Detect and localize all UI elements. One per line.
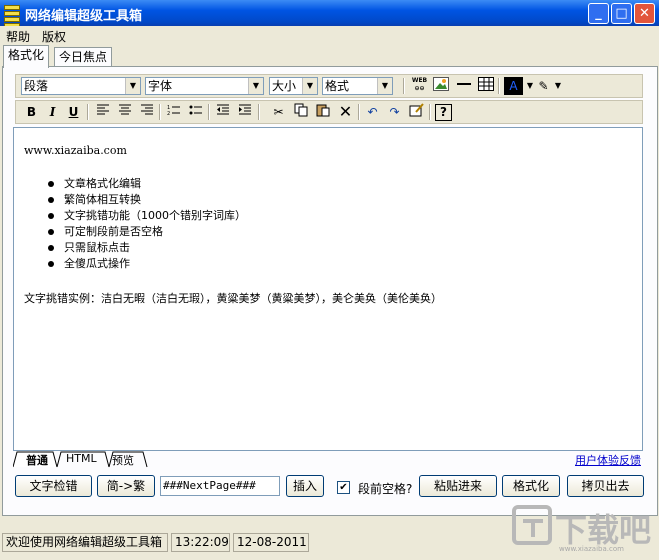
tab-format[interactable]: 格式化 xyxy=(3,45,50,68)
svg-text:2: 2 xyxy=(167,111,170,116)
list-item: 可定制段前是否空格 xyxy=(48,224,246,240)
tab-preview[interactable]: 预览 xyxy=(112,452,134,468)
web-link-icon[interactable]: WEB ⊖⊖ xyxy=(410,77,429,95)
help-icon[interactable]: ? xyxy=(435,104,452,121)
delete-icon[interactable]: ✕ xyxy=(336,103,355,121)
chevron-down-icon[interactable]: ▼ xyxy=(553,77,563,95)
indent-icon[interactable] xyxy=(235,103,254,121)
chevron-down-icon: ▼ xyxy=(302,78,317,94)
minimize-button[interactable]: _ xyxy=(588,3,609,24)
toolbar-row-1: 段落 ▼ 字体 ▼ 大小 ▼ 格式 ▼ WEB ⊖⊖ A ▼ ✎ ▼ xyxy=(15,74,643,98)
feature-list: 文章格式化编辑 繁简体相互转换 文字挑错功能（1000个错别字词库） 可定制段前… xyxy=(48,176,246,272)
status-date: 12-08-2011 xyxy=(233,533,309,552)
font-select-value: 字体 xyxy=(148,79,173,93)
insert-image-icon[interactable] xyxy=(431,77,450,95)
size-select-value: 大小 xyxy=(272,79,297,93)
separator xyxy=(403,78,405,94)
feedback-link[interactable]: 用户体验反馈 xyxy=(575,452,641,468)
separator xyxy=(498,78,500,94)
insert-table-icon[interactable] xyxy=(476,77,495,95)
cut-icon[interactable]: ✂ xyxy=(269,103,288,121)
paste-icon[interactable] xyxy=(313,103,332,121)
tab-today-focus[interactable]: 今日焦点 xyxy=(54,47,113,67)
underline-button[interactable]: U xyxy=(64,103,83,121)
insert-button[interactable]: 插入 xyxy=(286,475,324,497)
separator xyxy=(208,104,210,120)
editor-area[interactable]: www.xiazaiba.com 文章格式化编辑 繁简体相互转换 文字挑错功能（… xyxy=(13,127,643,451)
status-time: 13:22:09 xyxy=(171,533,230,552)
copy-icon[interactable] xyxy=(291,103,310,121)
close-button[interactable]: ✕ xyxy=(634,3,655,24)
copy-out-button[interactable]: 拷贝出去 xyxy=(567,475,644,497)
outdent-icon[interactable] xyxy=(213,103,232,121)
align-left-icon[interactable] xyxy=(93,103,112,121)
separator xyxy=(87,104,89,120)
menu-copyright[interactable]: 版权 xyxy=(42,28,66,45)
window-title: 网络编辑超级工具箱 xyxy=(25,9,143,24)
paragraph-select-value: 段落 xyxy=(24,79,49,93)
list-item: 全傻瓜式操作 xyxy=(48,256,246,272)
list-item: 文章格式化编辑 xyxy=(48,176,246,192)
bold-button[interactable]: B xyxy=(22,103,41,121)
format-select[interactable]: 格式 ▼ xyxy=(322,77,393,95)
separator xyxy=(159,104,161,120)
chevron-down-icon: ▼ xyxy=(248,78,263,94)
list-item: 文字挑错功能（1000个错别字词库） xyxy=(48,208,246,224)
size-select[interactable]: 大小 ▼ xyxy=(269,77,318,95)
tab-normal[interactable]: 普通 xyxy=(26,452,48,468)
text-color-icon[interactable]: A xyxy=(504,77,523,95)
check-typos-button[interactable]: 文字检错 xyxy=(15,475,92,497)
edit-note-icon[interactable] xyxy=(407,103,426,121)
watermark-url: www.xiazaiba.com xyxy=(559,545,624,553)
format-button[interactable]: 格式化 xyxy=(502,475,560,497)
menu-help[interactable]: 帮助 xyxy=(6,28,30,45)
italic-button[interactable]: I xyxy=(43,103,62,121)
font-select[interactable]: 字体 ▼ xyxy=(145,77,264,95)
maximize-button[interactable]: □ xyxy=(611,3,632,24)
status-welcome: 欢迎使用网络编辑超级工具箱 xyxy=(2,533,168,552)
list-item: 繁简体相互转换 xyxy=(48,192,246,208)
tab-html[interactable]: HTML xyxy=(66,452,97,465)
nextpage-input[interactable]: ###NextPage### xyxy=(160,476,280,496)
space-checkbox-label: 段前空格? xyxy=(358,482,413,496)
separator xyxy=(358,104,360,120)
highlight-pen-icon[interactable]: ✎ xyxy=(534,77,553,95)
separator xyxy=(258,104,260,120)
separator xyxy=(429,104,431,120)
paste-in-button[interactable]: 粘贴进来 xyxy=(419,475,497,497)
paragraph-select[interactable]: 段落 ▼ xyxy=(21,77,141,95)
view-mode-tabs: 普通 HTML 预览 用户体验反馈 xyxy=(13,451,643,468)
undo-icon[interactable]: ↶ xyxy=(363,103,382,121)
horizontal-rule-icon[interactable] xyxy=(454,77,473,95)
editor-url-text: www.xiazaiba.com xyxy=(24,144,127,157)
title-bar[interactable]: 网络编辑超级工具箱 _ □ ✕ xyxy=(0,0,659,28)
space-checkbox[interactable]: ✔ xyxy=(337,481,350,494)
tab-strip: 格式化 今日焦点 xyxy=(0,45,659,68)
watermark-logo: 下载吧 www.xiazaiba.com xyxy=(509,501,659,557)
numbered-list-icon[interactable]: 12 xyxy=(164,103,183,121)
menu-bar: 帮助 版权 xyxy=(0,26,659,44)
convert-simplified-button[interactable]: 简->繁 xyxy=(97,475,155,497)
chevron-down-icon: ▼ xyxy=(125,78,140,94)
app-icon xyxy=(4,5,20,28)
list-item: 只需鼠标点击 xyxy=(48,240,246,256)
toolbar-row-2: B I U 12 ✂ ✕ ↶ ↷ ? xyxy=(15,100,643,124)
align-right-icon[interactable] xyxy=(137,103,156,121)
chevron-down-icon: ▼ xyxy=(377,78,392,94)
typo-example-text: 文字挑错实例：洁白无暇（洁白无瑕），黄粱美梦（黄粱美梦），美仑美奂（美伦美奂） xyxy=(24,292,442,305)
align-center-icon[interactable] xyxy=(115,103,134,121)
bullet-list-icon[interactable] xyxy=(186,103,205,121)
format-select-value: 格式 xyxy=(325,79,350,93)
redo-icon[interactable]: ↷ xyxy=(385,103,404,121)
